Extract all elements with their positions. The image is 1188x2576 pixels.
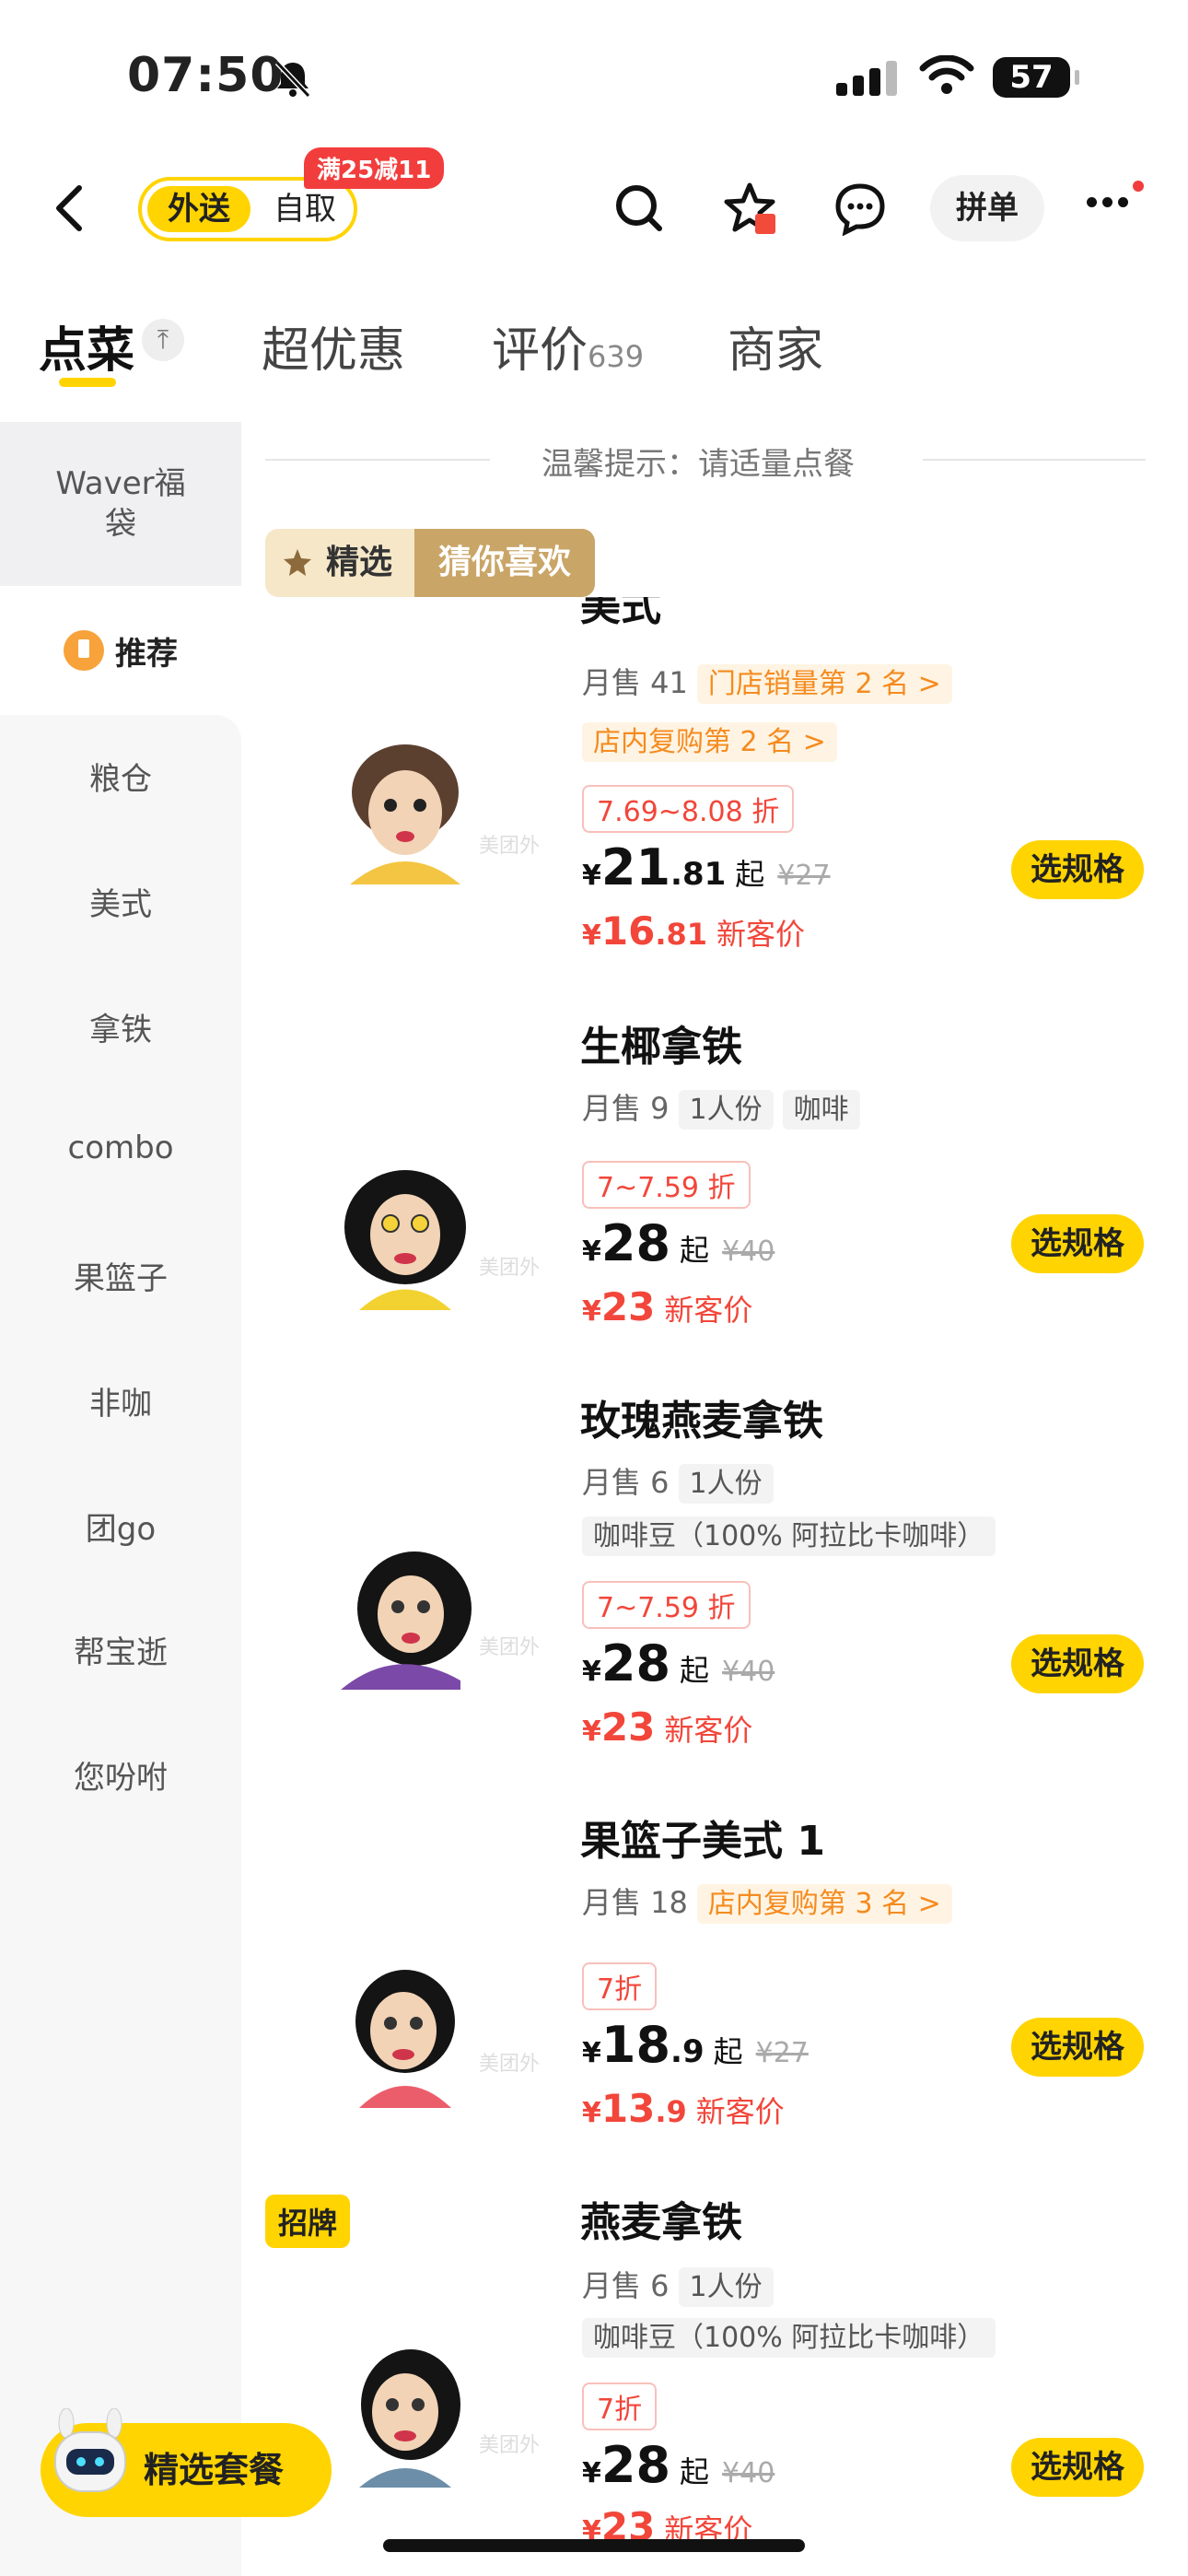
promo-badge: 满25减11: [304, 147, 445, 189]
review-count: 639: [588, 339, 645, 374]
sidebar-item-fruit-basket[interactable]: 果篮子: [0, 1253, 241, 1298]
tab-order[interactable]: 点菜: [39, 311, 134, 381]
watermark: 美团外: [479, 2053, 541, 2076]
sidebar-item-americano[interactable]: 美式: [0, 879, 241, 924]
search-icon[interactable]: [611, 181, 667, 236]
star-icon: [284, 549, 311, 576]
product-note: 咖啡豆（100% 阿拉比卡咖啡）: [573, 1513, 996, 1556]
product-tag: 1人份: [678, 2267, 774, 2307]
sidebar-item-bangbaoshi[interactable]: 帮宝逝: [0, 1627, 241, 1672]
pickup-option[interactable]: 自取: [263, 186, 346, 232]
featured-label: 精选: [265, 529, 415, 597]
rank-tag[interactable]: 店内复购第 3 名 >: [696, 1884, 952, 1924]
tip-divider-left: [265, 459, 490, 461]
wifi-icon: [919, 55, 974, 94]
chat-icon[interactable]: [833, 181, 888, 236]
robot-mascot-icon: [54, 2408, 126, 2508]
product-tag: 1人份: [678, 1464, 774, 1504]
category-sidebar: [0, 422, 241, 2576]
back-arrow-icon[interactable]: [48, 181, 94, 236]
product-sales: 月售 6 1人份: [582, 2263, 774, 2307]
tab-reviews-label: 评价: [492, 323, 588, 379]
discount-badge: 7~7.59 折: [582, 1161, 751, 1209]
sidebar-item-label: Waver福袋: [55, 465, 186, 543]
product-sales: 月售 18 店内复购第 3 名 >: [582, 1879, 952, 1924]
pin-top-icon[interactable]: ⤒: [142, 319, 184, 361]
guess-you-like-label: 猜你喜欢: [414, 529, 596, 597]
sidebar-item-latte[interactable]: 拿铁: [0, 1004, 241, 1049]
product-name: 美式: [580, 597, 661, 630]
sidebar-item-granary[interactable]: 粮仓: [0, 754, 241, 799]
product-price: ¥21.81 起 ¥27: [582, 838, 831, 896]
product-image[interactable]: [332, 1542, 479, 1690]
watermark: 美团外: [479, 835, 541, 858]
discount-badge: 7~7.59 折: [582, 1581, 751, 1629]
select-spec-button[interactable]: 选规格: [1011, 2018, 1144, 2077]
product-image[interactable]: [332, 1163, 479, 1310]
home-indicator: [383, 2539, 805, 2552]
watermark: 美团外: [479, 2434, 541, 2457]
bell-muted-icon: [274, 60, 311, 99]
discount-badge: 7折: [582, 1962, 658, 2010]
tab-reviews[interactable]: 评价639: [492, 311, 644, 381]
product-name: 生椰拿铁: [580, 1024, 742, 1071]
product-name: 果篮子美式 1: [580, 1818, 825, 1865]
product-sales: 月售 9 1人份 咖啡: [582, 1085, 860, 1130]
notification-dot: [1133, 181, 1144, 192]
product-image[interactable]: [332, 1961, 479, 2108]
new-customer-price: ¥23 新客价: [582, 1284, 753, 1329]
sidebar-curve: [0, 715, 241, 743]
product-price: ¥28 起 ¥40: [582, 1634, 775, 1692]
signature-badge: 招牌: [265, 2195, 351, 2248]
sidebar-item-recommend[interactable]: 推荐: [0, 586, 241, 715]
group-order-button[interactable]: 拼单: [930, 175, 1044, 241]
product-name: 玫瑰燕麦拿铁: [580, 1398, 823, 1445]
select-spec-button[interactable]: 选规格: [1011, 840, 1144, 899]
sidebar-item-combo[interactable]: combo: [0, 1130, 241, 1166]
new-customer-price: ¥16.81 新客价: [582, 908, 806, 954]
watermark: 美团外: [479, 1636, 541, 1659]
sidebar-item-label: 推荐: [115, 635, 178, 673]
product-tag: 1人份: [678, 1090, 774, 1130]
recommend-icon: [64, 630, 104, 671]
delivery-option[interactable]: 外送: [147, 186, 250, 232]
select-spec-button[interactable]: 选规格: [1011, 1634, 1144, 1693]
featured-banner[interactable]: 精选 猜你喜欢: [265, 529, 596, 597]
status-time: 07:50: [127, 48, 285, 103]
sidebar-item-non-coffee[interactable]: 非咖: [0, 1378, 241, 1423]
sidebar-item-at-your-service[interactable]: 您吩咐: [0, 1752, 241, 1797]
rank-tag[interactable]: 店内复购第 2 名 >: [582, 722, 837, 762]
tip-divider-right: [923, 459, 1146, 461]
discount-badge: 7折: [582, 2383, 658, 2430]
product-price: ¥28 起 ¥40: [582, 1214, 775, 1272]
sidebar-item-lucky-bag[interactable]: Waver福袋: [0, 422, 241, 586]
product-sales: 月售 6 1人份: [582, 1459, 774, 1504]
favorite-star-icon[interactable]: [722, 181, 777, 236]
new-customer-price: ¥13.9 新客价: [582, 2086, 785, 2131]
battery-indicator: 57: [993, 57, 1079, 98]
product-note: 咖啡豆（100% 阿拉比卡咖啡）: [573, 2314, 996, 2358]
select-spec-button[interactable]: 选规格: [1011, 1214, 1144, 1273]
active-tab-indicator: [59, 378, 116, 387]
product-image[interactable]: [332, 2340, 479, 2488]
product-tags: 店内复购第 2 名 >: [573, 719, 837, 762]
tip-text: 温馨提示：请适量点餐: [542, 446, 855, 483]
product-price: ¥18.9 起 ¥27: [582, 2016, 809, 2074]
product-image[interactable]: [332, 737, 479, 884]
product-tag: 咖啡: [782, 1090, 860, 1130]
sidebar-item-tuan-go[interactable]: 团go: [0, 1504, 241, 1549]
product-name: 燕麦拿铁: [580, 2199, 742, 2246]
rank-tag[interactable]: 门店销量第 2 名 >: [696, 664, 952, 704]
watermark: 美团外: [479, 1257, 541, 1280]
product-sales: 月售 41 门店销量第 2 名 >: [582, 660, 952, 704]
discount-badge: 7.69~8.08 折: [582, 785, 795, 833]
tab-merchant[interactable]: 商家: [728, 311, 823, 381]
new-customer-price: ¥23 新客价: [582, 1704, 753, 1750]
product-price: ¥28 起 ¥40: [582, 2436, 775, 2494]
select-spec-button[interactable]: 选规格: [1011, 2438, 1144, 2497]
tab-deals[interactable]: 超优惠: [262, 311, 405, 381]
cellular-signal-icon: [836, 61, 903, 96]
more-options-icon[interactable]: [1087, 193, 1134, 211]
